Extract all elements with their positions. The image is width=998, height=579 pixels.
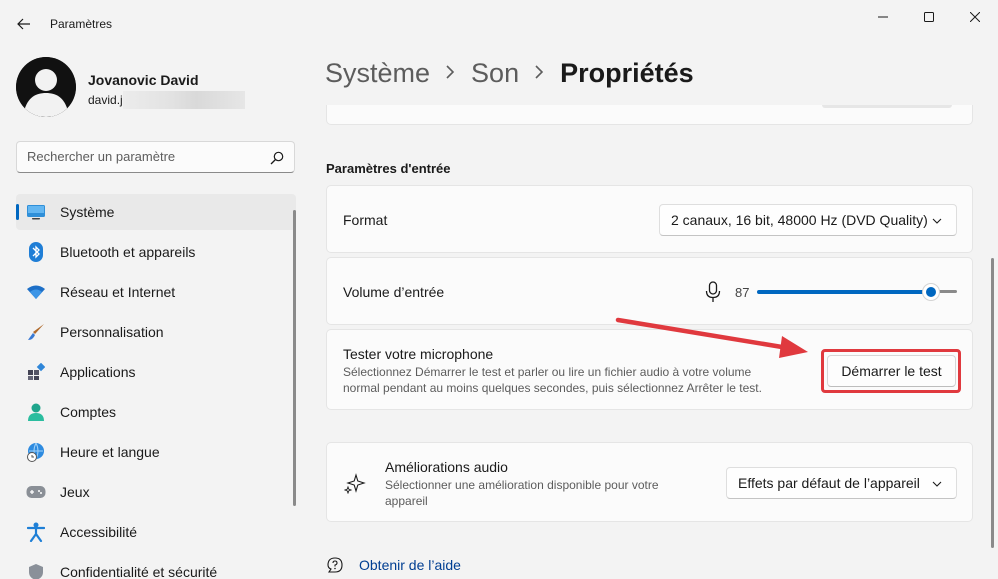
- search-input[interactable]: [27, 149, 257, 164]
- selection-indicator: [16, 204, 19, 220]
- previous-card-partial: [326, 105, 973, 125]
- close-button[interactable]: [952, 4, 998, 30]
- app-title: Paramètres: [50, 17, 113, 31]
- breadcrumb: Système Son Propriétés: [325, 58, 694, 89]
- mic-test-description-2: normal pendant au moins quelques seconde…: [343, 381, 762, 395]
- sidebar-item-applications[interactable]: Applications: [16, 354, 296, 390]
- globe-clock-icon: [26, 442, 46, 462]
- maximize-button[interactable]: [906, 4, 952, 30]
- annotation-arrow: [615, 317, 808, 358]
- minimize-icon: [878, 16, 888, 18]
- sidebar-item-confidentialite[interactable]: Confidentialité et sécurité: [16, 554, 296, 579]
- sidebar-item-label: Comptes: [60, 404, 117, 420]
- person-icon: [26, 402, 46, 422]
- monitor-icon: [26, 202, 46, 222]
- apps-icon: [26, 362, 46, 382]
- section-title: Paramètres d'entrée: [326, 161, 451, 176]
- sidebar-item-personnalisation[interactable]: Personnalisation: [16, 314, 296, 350]
- sidebar-item-label: Réseau et Internet: [60, 284, 176, 300]
- audio-enhancements-title: Améliorations audio: [385, 459, 508, 475]
- sidebar-scrollbar[interactable]: [293, 210, 296, 506]
- breadcrumb-item-son[interactable]: Son: [471, 58, 519, 89]
- back-arrow-icon: [17, 18, 30, 30]
- format-selected: 2 canaux, 16 bit, 48000 Hz (DVD Quality): [671, 212, 928, 228]
- microphone-icon: [705, 281, 721, 302]
- accessibility-icon: [26, 522, 46, 542]
- sparkle-icon: [344, 473, 366, 494]
- shield-icon: [26, 562, 46, 579]
- chevron-down-icon: [932, 218, 942, 224]
- format-dropdown[interactable]: 2 canaux, 16 bit, 48000 Hz (DVD Quality): [659, 204, 957, 236]
- sidebar-item-label: Heure et langue: [60, 444, 160, 460]
- minimize-button[interactable]: [860, 4, 906, 30]
- audio-enhancements-description-2: appareil: [385, 494, 428, 508]
- sidebar-item-label: Confidentialité et sécurité: [60, 564, 218, 579]
- sidebar-item-label: Applications: [60, 364, 136, 380]
- search-box[interactable]: [16, 141, 295, 173]
- title-bar: Paramètres: [0, 0, 998, 48]
- profile-name: Jovanovic David: [88, 72, 199, 88]
- email-redaction: [122, 91, 245, 109]
- bluetooth-icon: [26, 242, 46, 262]
- chevron-down-icon: [932, 481, 942, 487]
- audio-enhancements-description-1: Sélectionner une amélioration disponible…: [385, 478, 659, 492]
- help-link[interactable]: Obtenir de l’aide: [359, 557, 461, 573]
- sidebar-item-label: Accessibilité: [60, 524, 138, 540]
- volume-slider[interactable]: [757, 282, 957, 302]
- sidebar-item-comptes[interactable]: Comptes: [16, 394, 296, 430]
- sidebar-item-label: Personnalisation: [60, 324, 164, 340]
- back-button[interactable]: [10, 10, 38, 38]
- mic-test-description-1: Sélectionnez Démarrer le test et parler …: [343, 365, 752, 379]
- maximize-icon: [924, 12, 934, 22]
- chevron-right-icon: [535, 63, 544, 84]
- audio-enhancements-dropdown[interactable]: Effets par défaut de l’appareil: [726, 467, 957, 499]
- sidebar-item-label: Système: [60, 204, 115, 220]
- audio-enhancements-selected: Effets par défaut de l’appareil: [738, 475, 920, 491]
- mic-test-title: Tester votre microphone: [343, 346, 494, 362]
- volume-slider-thumb[interactable]: [922, 283, 940, 301]
- help-icon: [327, 557, 343, 573]
- chevron-right-icon: [446, 63, 455, 84]
- wifi-icon: [26, 282, 46, 302]
- avatar[interactable]: [16, 57, 76, 117]
- breadcrumb-item-systeme[interactable]: Système: [325, 58, 430, 89]
- sidebar-item-accessibilite[interactable]: Accessibilité: [16, 514, 296, 550]
- sidebar-item-heure-langue[interactable]: Heure et langue: [16, 434, 296, 470]
- volume-value: 87: [735, 285, 750, 300]
- gamepad-icon: [26, 482, 46, 502]
- sidebar-item-bluetooth[interactable]: Bluetooth et appareils: [16, 234, 296, 270]
- partial-button[interactable]: [822, 105, 952, 108]
- close-icon: [970, 12, 980, 22]
- sidebar-item-label: Bluetooth et appareils: [60, 244, 196, 260]
- sidebar-item-label: Jeux: [60, 484, 90, 500]
- annotation-highlight-box: [821, 349, 961, 393]
- profile-email-text: david.j: [88, 93, 123, 107]
- volume-slider-fill: [757, 290, 931, 294]
- sidebar-item-systeme[interactable]: Système: [16, 194, 296, 230]
- page-title: Propriétés: [560, 58, 694, 88]
- content-scrollbar[interactable]: [991, 258, 994, 548]
- sidebar-nav: Système Bluetooth et appareils Réseau et…: [16, 194, 296, 579]
- paintbrush-icon: [26, 322, 46, 342]
- format-label: Format: [343, 212, 388, 228]
- profile-email: david.j: [88, 91, 245, 109]
- user-silhouette-icon: [16, 57, 76, 117]
- sidebar-item-jeux[interactable]: Jeux: [16, 474, 296, 510]
- volume-label: Volume d’entrée: [343, 284, 445, 300]
- search-icon: [270, 151, 284, 165]
- sidebar-item-reseau[interactable]: Réseau et Internet: [16, 274, 296, 310]
